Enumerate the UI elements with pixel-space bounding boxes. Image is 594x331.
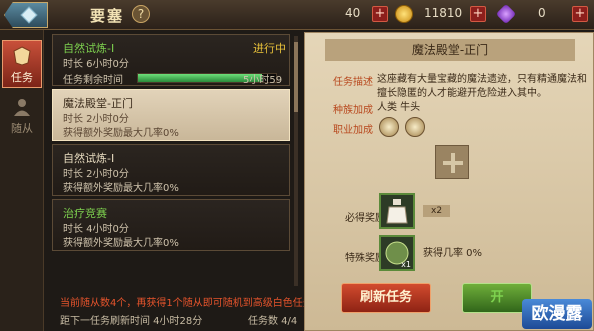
task-duration: 时长 6小时0分: [63, 59, 129, 70]
description-label: 任务描述: [333, 77, 373, 88]
task-name: 自然试炼-I: [63, 42, 115, 55]
special-reward-qty: x1: [401, 260, 411, 269]
task-card-4[interactable]: 治疗竞赛 时长 4小时0分 获得额外奖励最大几率0%: [52, 199, 290, 251]
resource-value-gold: 11810: [424, 6, 463, 20]
task-duration: 时长 2小时0分: [63, 169, 129, 180]
watermark-logo: 欧漫露: [522, 299, 592, 329]
task-duration: 时长 2小时0分: [63, 114, 129, 125]
task-name: 自然试炼-I: [63, 152, 115, 165]
task-remaining-label: 任务剩余时间: [63, 75, 123, 86]
add-energy-button[interactable]: +: [372, 6, 388, 22]
refresh-timer: 距下一任务刷新时间 4小时28分: [60, 316, 203, 327]
task-duration: 时长 4小时0分: [63, 224, 129, 235]
diamond-icon: [20, 6, 38, 24]
add-gem-button[interactable]: +: [572, 6, 588, 22]
gold-coin-icon: [395, 5, 413, 23]
crest-icon: [13, 46, 31, 66]
task-reward-odds: 获得额外奖励最大几率0%: [63, 183, 179, 194]
class-icon-gear: [379, 117, 399, 137]
list-scrollbar[interactable]: [294, 36, 298, 286]
task-detail-panel: 魔法殿堂-正门 任务描述 这座藏有大量宝藏的魔法遗迹，只有精通魔法和擅长隐匿的人…: [304, 32, 594, 331]
task-reward-odds: 获得额外奖励最大几率0%: [63, 238, 179, 249]
special-reward-item-icon[interactable]: x1: [379, 235, 415, 271]
resource-value-energy: 40: [345, 6, 361, 20]
followers-note: 当前随从数4个，再获得1个随从即可随机到高级白色任务: [60, 298, 313, 309]
task-card-2[interactable]: 魔法殿堂-正门 时长 2小时0分 获得额外奖励最大几率0%: [52, 89, 290, 141]
side-tabs: 任务 随从: [0, 30, 44, 331]
back-button[interactable]: [4, 2, 48, 28]
task-card-1[interactable]: 自然试炼-I 进行中 时长 6小时0分 任务剩余时间 5小时59分: [52, 34, 290, 101]
empty-follower-slot[interactable]: [435, 145, 469, 179]
race-bonus-label: 种族加成: [333, 105, 373, 116]
top-bar: 要塞 ? 40 + 11810 + 0 +: [0, 0, 594, 30]
task-name: 治疗竞赛: [63, 207, 107, 220]
detail-title: 魔法殿堂-正门: [325, 39, 575, 61]
resource-value-gem: 0: [538, 6, 546, 20]
follower-icon: [14, 99, 30, 116]
description-text: 这座藏有大量宝藏的魔法遗迹，只有精通魔法和擅长隐匿的人才能避开危险进入其中。: [377, 74, 587, 99]
task-status: 进行中: [253, 42, 286, 55]
task-reward-odds: 获得额外奖励最大几率0%: [63, 128, 179, 139]
class-icon-paw: [405, 117, 425, 137]
required-reward-qty: x2: [423, 205, 451, 217]
task-card-3[interactable]: 自然试炼-I 时长 2小时0分 获得额外奖励最大几率0%: [52, 144, 290, 196]
tab-tasks-label: 任务: [11, 71, 33, 84]
refresh-task-button[interactable]: 刷新任务: [341, 283, 431, 313]
class-bonus-label: 职业加成: [333, 125, 373, 136]
tab-tasks[interactable]: 任务: [2, 40, 42, 88]
task-list: 自然试炼-I 进行中 时长 6小时0分 任务剩余时间 5小时59分 魔法殿堂-正…: [52, 34, 290, 326]
tab-followers[interactable]: 随从: [2, 92, 42, 140]
task-name: 魔法殿堂-正门: [63, 97, 133, 110]
race-bonus-value: 人类 牛头: [377, 102, 421, 113]
special-reward-odds: 获得几率 0%: [423, 248, 483, 259]
page-title: 要塞: [90, 7, 125, 25]
scrollbar-thumb[interactable]: [294, 42, 298, 112]
tab-followers-label: 随从: [11, 122, 33, 135]
help-button[interactable]: ?: [132, 5, 150, 23]
add-gold-button[interactable]: +: [470, 6, 486, 22]
task-count: 任务数 4/4: [248, 316, 298, 327]
bottle-icon: [386, 199, 408, 224]
gem-icon: [495, 3, 517, 25]
potion-bottle-icon[interactable]: [379, 193, 415, 229]
